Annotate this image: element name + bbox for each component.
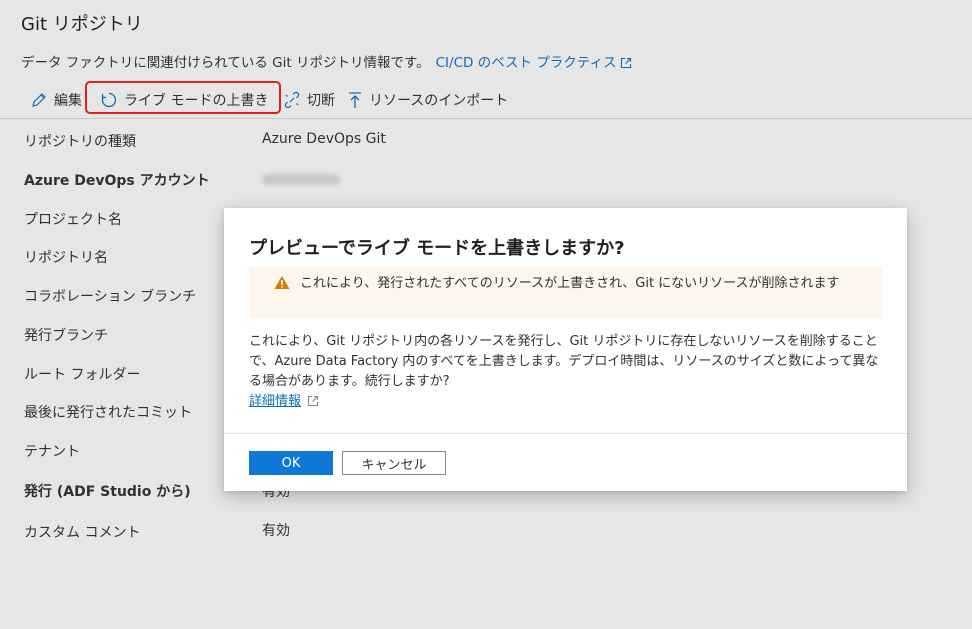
edit-button[interactable]: 編集	[30, 80, 82, 119]
property-label-devops-account: Azure DevOps アカウント	[24, 173, 210, 189]
property-label-collab-branch: コラボレーション ブランチ	[24, 289, 197, 305]
import-resources-button[interactable]: リソースのインポート	[347, 80, 508, 119]
property-label-repo-type: リポジトリの種類	[24, 134, 136, 150]
upload-arrow-icon	[349, 91, 361, 108]
description-text: データ ファクトリに関連付けられている Git リポジトリ情報です。	[21, 55, 430, 71]
property-label-repo-name: リポジトリ名	[24, 250, 108, 266]
learn-more-link[interactable]: 詳細情報	[249, 390, 319, 409]
disconnect-button[interactable]: 切断	[283, 80, 335, 119]
disconnect-label: 切断	[307, 92, 335, 109]
unlink-icon	[284, 91, 300, 108]
property-label-publish-branch: 発行ブランチ	[24, 328, 108, 344]
highlight-box	[85, 81, 281, 114]
page-description: データ ファクトリに関連付けられている Git リポジトリ情報です。 CI/CD …	[21, 51, 632, 71]
external-link-icon	[621, 57, 632, 69]
property-label-custom-comment: カスタム コメント	[24, 525, 141, 541]
warning-text: これにより、発行されたすべてのリソースが上書きされ、Git にないリソースが削除…	[300, 276, 840, 291]
learn-more-label: 詳細情報	[249, 394, 302, 409]
best-practices-link-label: CI/CD のベスト プラクティス	[435, 55, 617, 71]
import-resources-label: リソースのインポート	[369, 92, 509, 109]
cancel-button[interactable]: キャンセル	[342, 451, 446, 475]
edit-button-label: 編集	[54, 92, 82, 109]
ok-button[interactable]: OK	[249, 451, 333, 475]
property-label-project-name: プロジェクト名	[24, 212, 122, 228]
property-label-tenant: テナント	[24, 444, 80, 460]
page-title: Git リポジトリ	[21, 14, 143, 35]
property-label-root-folder: ルート フォルダー	[24, 367, 141, 383]
best-practices-link[interactable]: CI/CD のベスト プラクティス	[436, 55, 633, 71]
property-label-publish-studio: 発行 (ADF Studio から)	[24, 484, 191, 500]
property-value-custom-comment: 有効	[262, 523, 290, 539]
warning-banner: これにより、発行されたすべてのリソースが上書きされ、Git にないリソースが削除…	[249, 267, 882, 318]
dialog-divider	[224, 433, 907, 434]
warning-icon	[274, 276, 290, 289]
property-value-repo-type: Azure DevOps Git	[262, 131, 386, 147]
dialog-title: プレビューでライブ モードを上書きしますか?	[249, 238, 625, 259]
property-label-last-commit: 最後に発行されたコミット	[24, 405, 192, 421]
pencil-icon	[32, 92, 46, 107]
external-link-icon	[307, 395, 319, 407]
blurred-value	[262, 174, 340, 185]
dialog-body: これにより、Git リポジトリ内の各リソースを発行し、Git リポジトリに存在し…	[249, 334, 879, 389]
confirm-dialog: プレビューでライブ モードを上書きしますか? これにより、発行されたすべてのリソ…	[224, 208, 907, 491]
